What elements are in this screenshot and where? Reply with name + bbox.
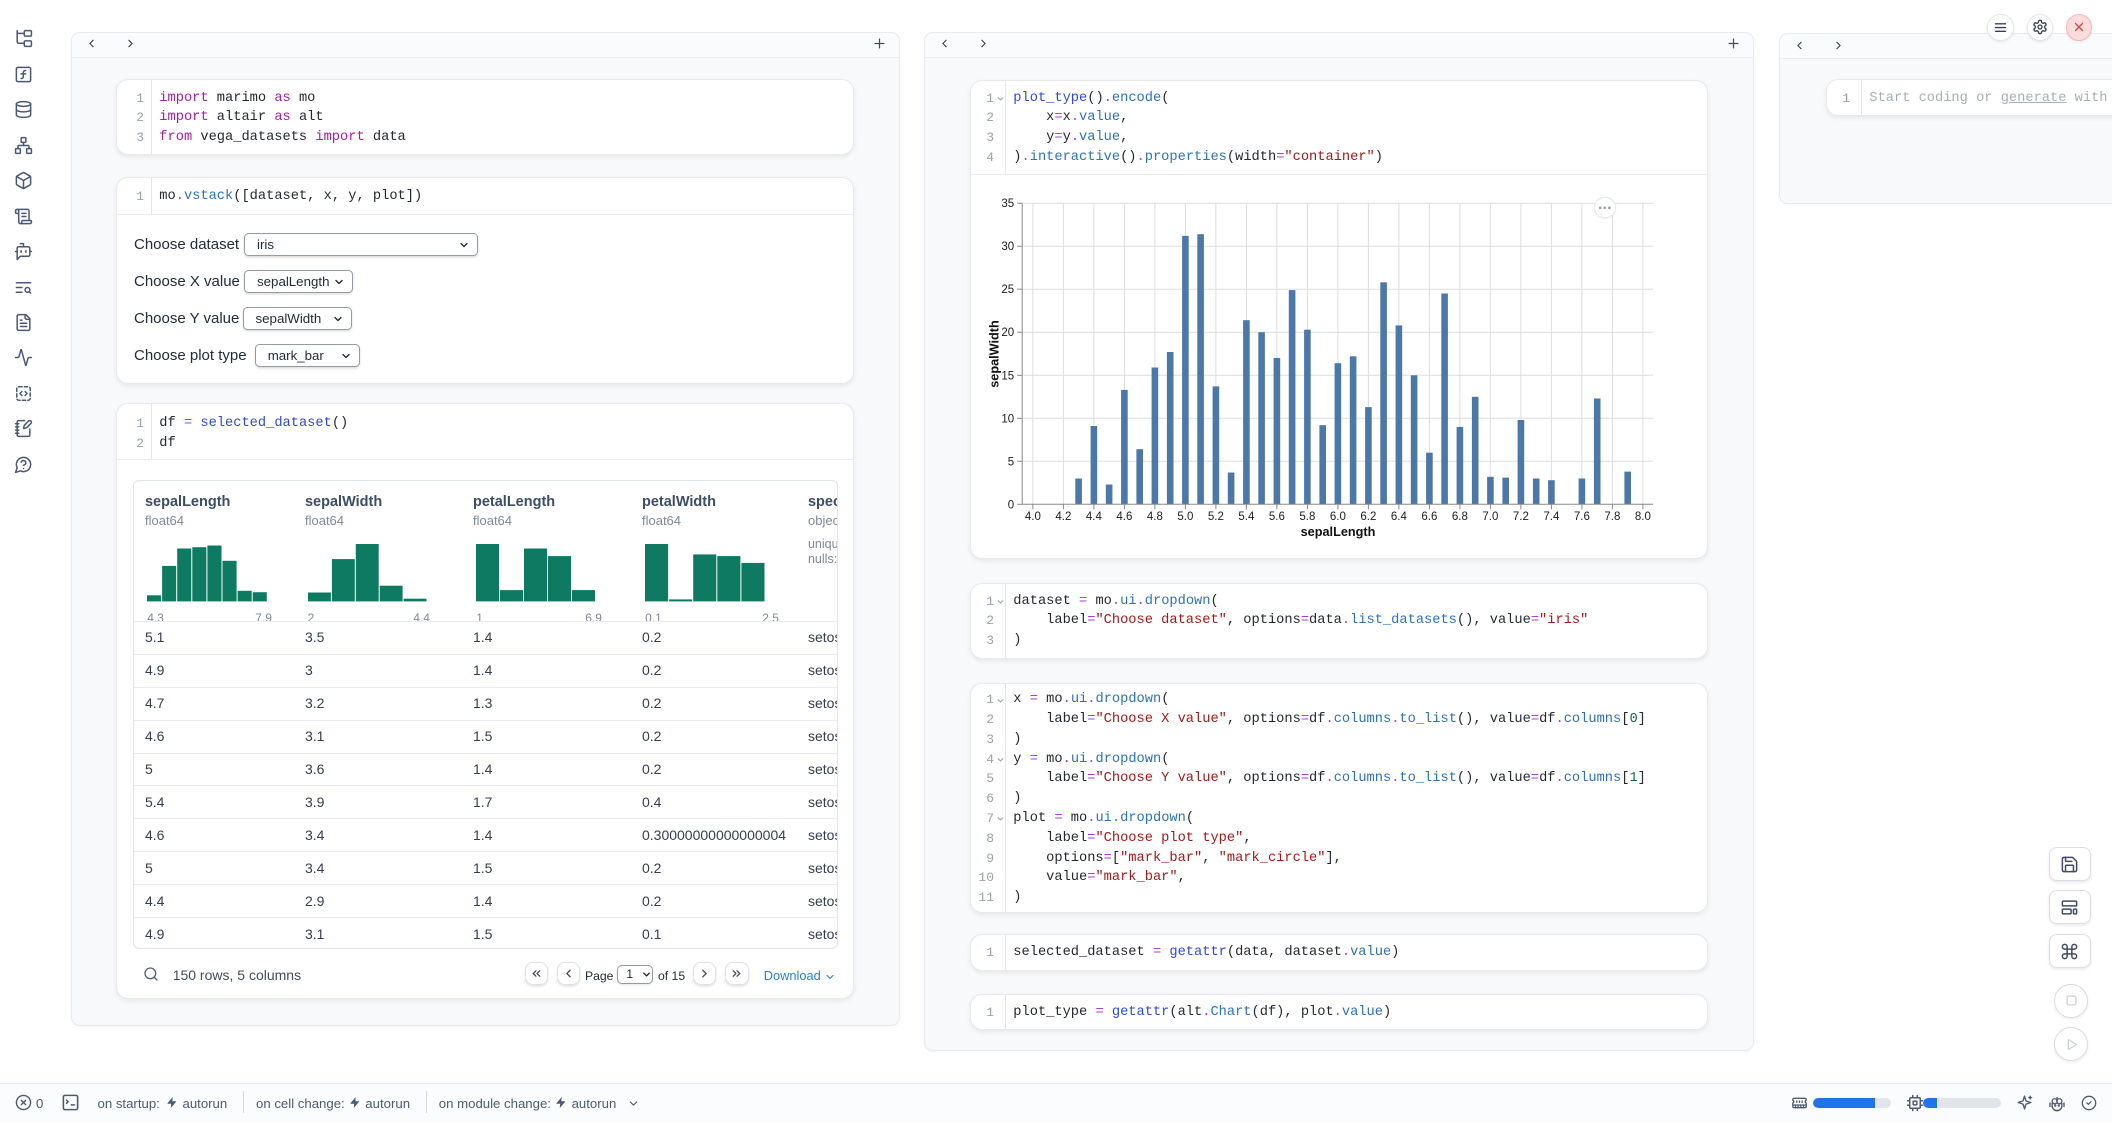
svg-text:sepalWidth: sepalWidth	[988, 320, 1002, 388]
svg-text:7.2: 7.2	[1513, 511, 1529, 523]
svg-text:7.4: 7.4	[1543, 511, 1560, 523]
svg-text:6.6: 6.6	[1421, 511, 1437, 523]
svg-text:5.0: 5.0	[1177, 511, 1193, 523]
svg-text:20: 20	[1001, 327, 1014, 339]
svg-text:6.2: 6.2	[1360, 511, 1376, 523]
svg-text:5: 5	[1008, 456, 1014, 468]
svg-text:35: 35	[1001, 198, 1014, 210]
svg-text:4.8: 4.8	[1147, 511, 1163, 523]
svg-text:4.6: 4.6	[1116, 511, 1132, 523]
svg-text:10: 10	[1001, 413, 1014, 425]
svg-text:6.8: 6.8	[1452, 511, 1468, 523]
svg-text:sepalLength: sepalLength	[1301, 525, 1376, 539]
svg-text:0: 0	[1008, 499, 1014, 511]
svg-text:25: 25	[1001, 284, 1014, 296]
svg-text:4.4: 4.4	[1086, 511, 1103, 523]
svg-text:8.0: 8.0	[1635, 511, 1651, 523]
svg-text:5.8: 5.8	[1299, 511, 1315, 523]
svg-text:4.0: 4.0	[1025, 511, 1041, 523]
svg-text:15: 15	[1001, 370, 1014, 382]
svg-text:6.0: 6.0	[1330, 511, 1346, 523]
svg-text:7.8: 7.8	[1604, 511, 1620, 523]
svg-text:4.2: 4.2	[1055, 511, 1071, 523]
svg-text:6.4: 6.4	[1391, 511, 1408, 523]
svg-text:5.4: 5.4	[1238, 511, 1255, 523]
svg-text:7.6: 7.6	[1574, 511, 1590, 523]
svg-text:30: 30	[1001, 241, 1014, 253]
svg-text:7.0: 7.0	[1482, 511, 1498, 523]
svg-text:5.2: 5.2	[1208, 511, 1224, 523]
svg-text:5.6: 5.6	[1269, 511, 1285, 523]
